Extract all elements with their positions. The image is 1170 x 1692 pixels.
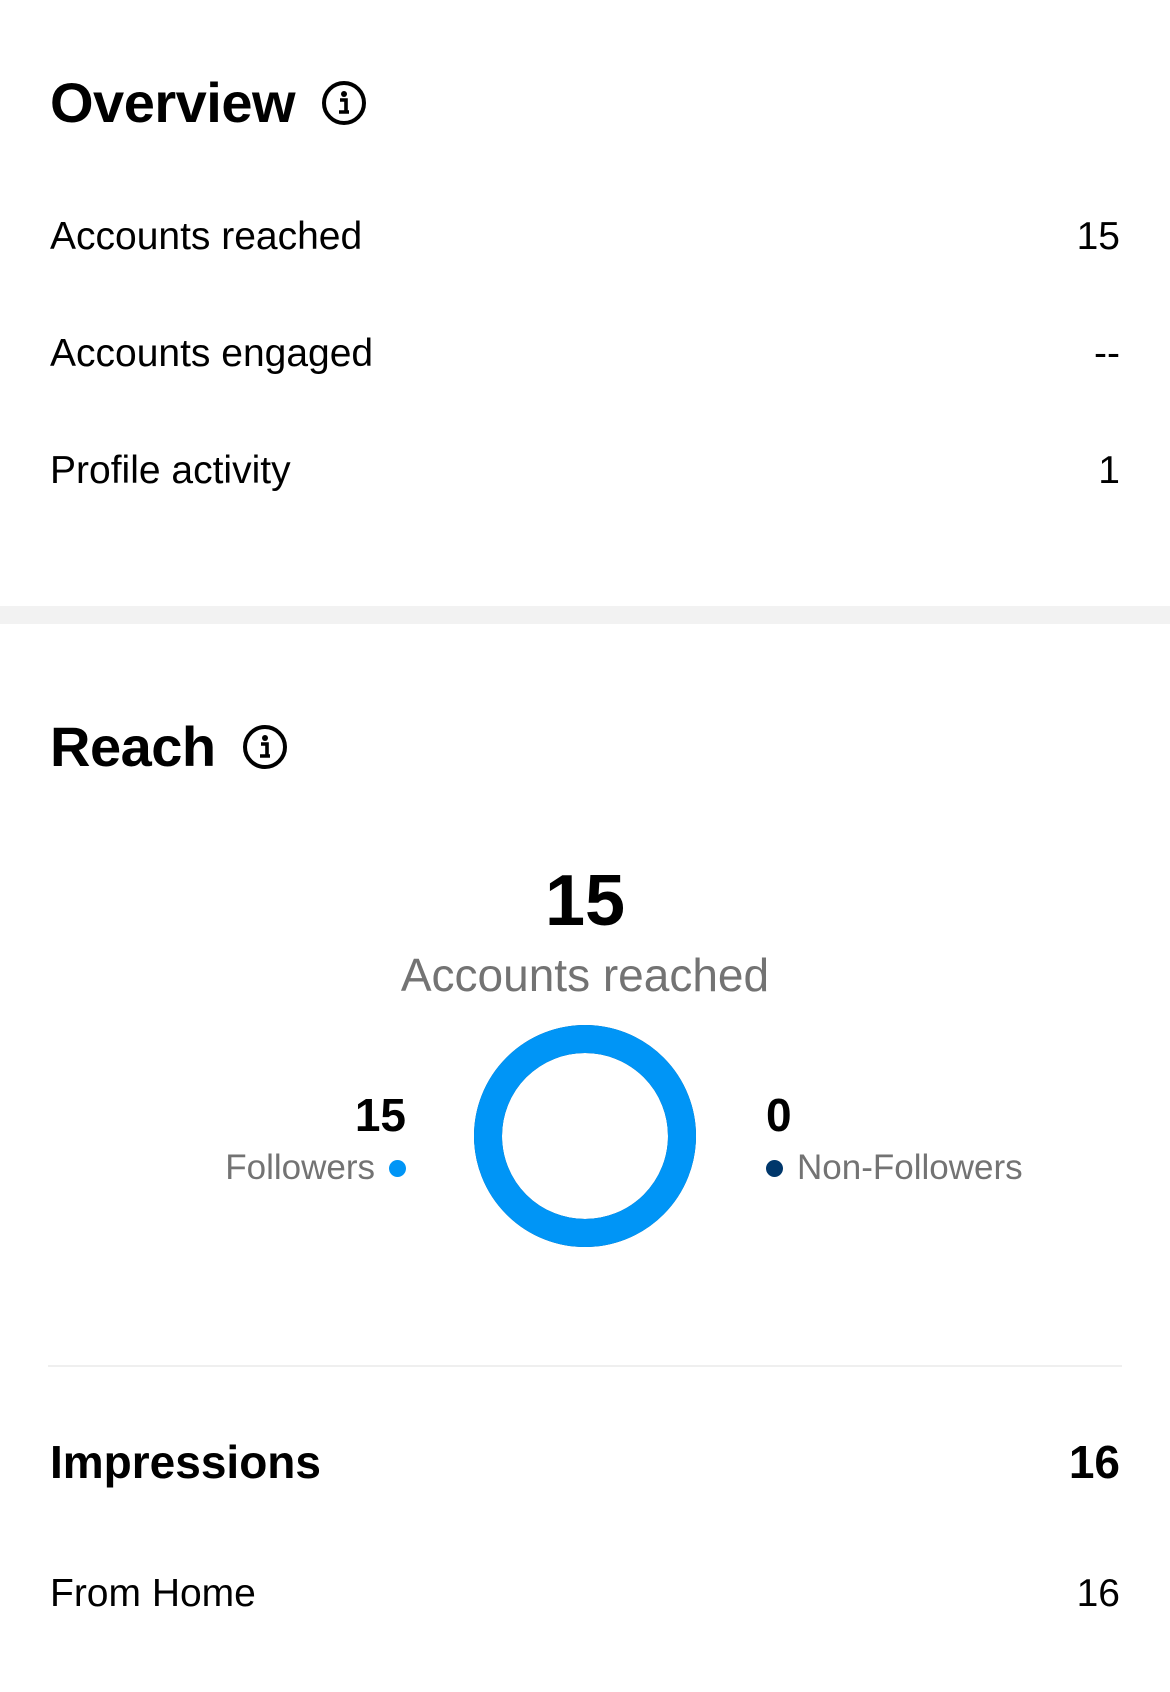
row-label: Accounts engaged <box>50 332 374 375</box>
non-followers-label: Non-Followers <box>797 1148 1023 1187</box>
overview-row-accounts-reached[interactable]: Accounts reached 15 <box>50 215 1120 259</box>
donut-followers-arc <box>474 1025 696 1247</box>
non-followers-dot <box>766 1159 783 1177</box>
info-icon[interactable] <box>242 724 288 770</box>
row-label: Profile activity <box>50 449 291 492</box>
impressions-row-from-home[interactable]: From Home 16 <box>50 1572 1120 1616</box>
overview-row-accounts-engaged[interactable]: Accounts engaged -- <box>50 332 1120 376</box>
non-followers-value: 0 <box>766 1089 792 1141</box>
row-label: From Home <box>50 1572 256 1615</box>
followers-label: Followers <box>225 1148 375 1187</box>
reach-title: Reach <box>50 715 216 778</box>
followers-dot <box>389 1159 406 1177</box>
row-label: Accounts reached <box>50 215 363 258</box>
overview-header: Overview <box>50 70 367 135</box>
non-followers-legend: 0 Non-Followers <box>766 1090 1023 1188</box>
reach-total-label: Accounts reached <box>400 949 770 1001</box>
section-divider <box>0 606 1170 624</box>
info-icon[interactable] <box>321 80 367 126</box>
overview-title: Overview <box>50 71 296 134</box>
followers-value: 15 <box>354 1089 406 1141</box>
row-value: 15 <box>1076 215 1120 258</box>
overview-row-profile-activity[interactable]: Profile activity 1 <box>50 449 1120 493</box>
impressions-value: 16 <box>1068 1436 1120 1488</box>
followers-legend: 15 Followers <box>225 1090 406 1188</box>
impressions-row[interactable]: Impressions 16 <box>50 1435 1120 1489</box>
divider <box>48 1365 1122 1367</box>
impressions-title: Impressions <box>50 1436 321 1488</box>
row-value: 1 <box>1098 449 1120 492</box>
reach-header: Reach <box>50 714 288 779</box>
reach-total-value: 15 <box>544 861 626 941</box>
reach-donut-chart <box>474 1025 696 1247</box>
row-value: -- <box>1094 332 1120 375</box>
row-value: 16 <box>1076 1572 1120 1615</box>
